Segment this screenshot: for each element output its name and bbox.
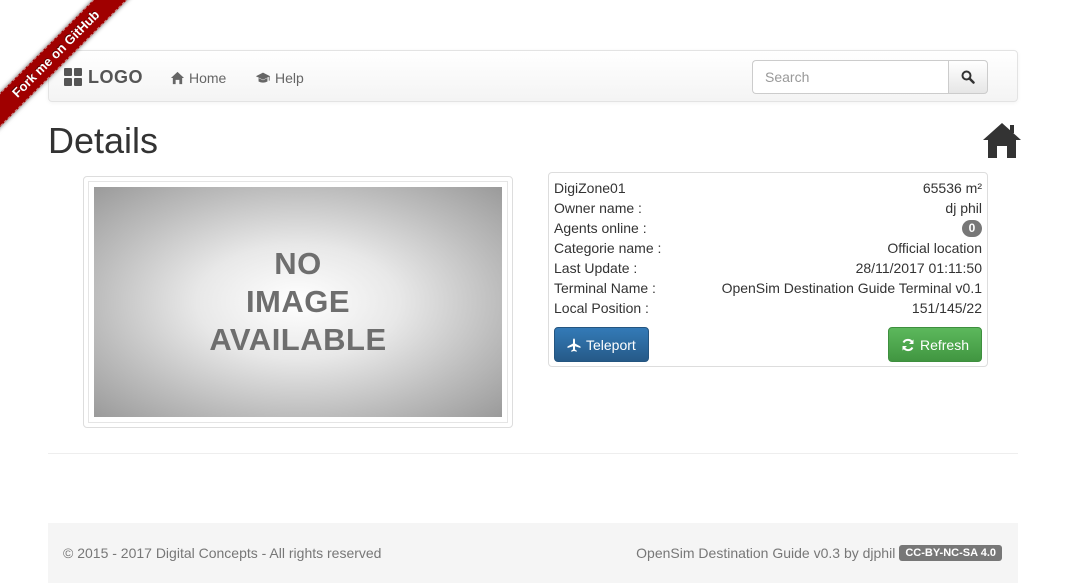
home-icon	[983, 123, 1021, 158]
content-divider	[48, 453, 1018, 454]
region-details-panel: DigiZone01 65536 m² Owner name : dj phil…	[548, 172, 988, 367]
nav-help-label: Help	[275, 70, 304, 86]
search-form	[752, 60, 988, 94]
region-size: 65536 m²	[922, 180, 982, 196]
footer: © 2015 - 2017 Digital Concepts - All rig…	[48, 523, 1018, 583]
region-name: DigiZone01	[554, 180, 626, 196]
fork-me-ribbon[interactable]: Fork me on GitHub	[0, 0, 136, 134]
search-icon	[961, 70, 975, 84]
region-thumbnail: NO IMAGE AVAILABLE	[83, 176, 513, 428]
last-update-label: Last Update :	[554, 260, 638, 276]
action-buttons: Teleport Refresh	[554, 327, 982, 362]
owner-name-value: dj phil	[945, 200, 982, 216]
terminal-name-value: OpenSim Destination Guide Terminal v0.1	[721, 280, 982, 296]
details-header-row: DigiZone01 65536 m²	[554, 178, 982, 198]
no-image-line3: AVAILABLE	[209, 322, 387, 357]
teleport-label: Teleport	[586, 336, 636, 353]
details-row: Last Update : 28/11/2017 01:11:50	[554, 258, 982, 278]
owner-name-label: Owner name :	[554, 200, 642, 216]
details-row: Owner name : dj phil	[554, 198, 982, 218]
search-input[interactable]	[752, 60, 948, 94]
local-position-value: 151/145/22	[911, 300, 982, 316]
plane-icon	[567, 338, 581, 352]
agents-online-label: Agents online :	[554, 220, 647, 236]
no-image-line2: IMAGE	[245, 284, 351, 319]
search-button[interactable]	[948, 60, 988, 94]
details-row: Agents online : 0	[554, 218, 982, 238]
refresh-button[interactable]: Refresh	[888, 327, 982, 362]
fork-ribbon-container: Fork me on GitHub	[0, 0, 150, 150]
details-row: Categorie name : Official location	[554, 238, 982, 258]
thumbnail-frame: NO IMAGE AVAILABLE	[88, 181, 508, 423]
no-image-placeholder: NO IMAGE AVAILABLE	[94, 187, 502, 417]
agents-online-badge: 0	[962, 219, 982, 237]
no-image-line1: NO	[274, 246, 322, 281]
home-button[interactable]	[982, 121, 1022, 159]
local-position-label: Local Position :	[554, 300, 649, 316]
home-icon	[170, 71, 185, 85]
refresh-label: Refresh	[919, 336, 969, 353]
copyright-text: © 2015 - 2017 Digital Concepts - All rig…	[63, 545, 382, 561]
graduation-cap-icon	[255, 72, 271, 83]
teleport-button[interactable]: Teleport	[554, 327, 649, 362]
nav-home-link[interactable]: Home	[170, 68, 226, 88]
nav-help-link[interactable]: Help	[255, 68, 304, 88]
license-badge[interactable]: CC-BY-NC-SA 4.0	[899, 545, 1002, 561]
fork-me-label: Fork me on GitHub	[8, 6, 103, 101]
details-row: Terminal Name : OpenSim Destination Guid…	[554, 278, 982, 298]
navbar: LOGO Home Help	[48, 50, 1018, 102]
terminal-name-label: Terminal Name :	[554, 280, 656, 296]
nav-home-label: Home	[189, 70, 227, 86]
category-name-label: Categorie name :	[554, 240, 662, 256]
refresh-icon	[902, 338, 914, 351]
credits-text: OpenSim Destination Guide v0.3 by djphil	[636, 545, 896, 561]
category-name-value: Official location	[887, 240, 982, 256]
details-row: Local Position : 151/145/22	[554, 298, 982, 318]
footer-credits: OpenSim Destination Guide v0.3 by djphil…	[636, 545, 1002, 561]
last-update-value: 28/11/2017 01:11:50	[855, 260, 982, 276]
